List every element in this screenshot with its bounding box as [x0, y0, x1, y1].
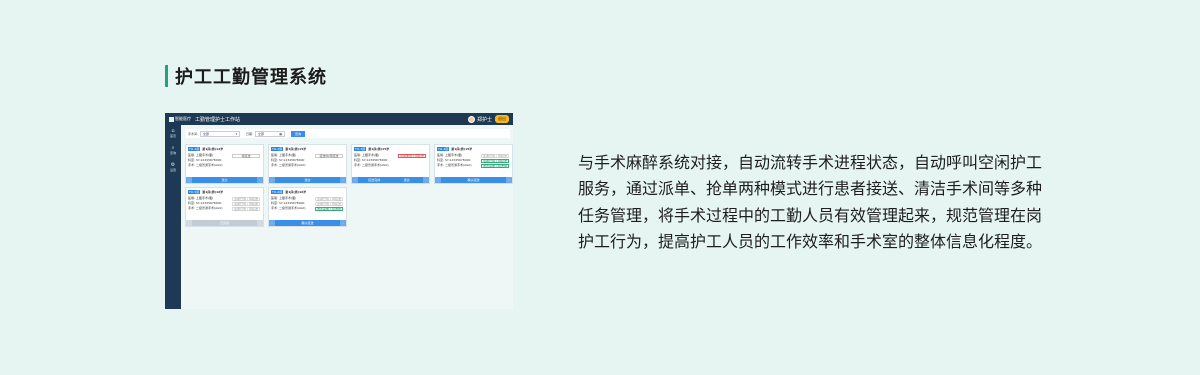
card-line: 手术: 二级普通手术(AG0) — [188, 162, 223, 167]
footer-button-secondary[interactable]: 接送完成 — [358, 178, 391, 182]
room-tag: TO-3床 — [354, 146, 367, 151]
status-badge: 患者已到 / 待接送 — [232, 202, 260, 206]
user-name: 郑护士 — [476, 116, 492, 123]
nav-label: 设置 — [169, 168, 176, 172]
footer-button[interactable]: 送达 — [275, 178, 340, 182]
task-card[interactable]: TO-4床 第1床(男)15岁 医嘱: 上腹手术(腹) 科室: SY-123456… — [434, 144, 513, 184]
room-tag: TO-2床 — [271, 146, 284, 151]
room-tag: TO-1床 — [188, 146, 201, 151]
nav-item-home[interactable]: ⌂ 首页 — [165, 125, 181, 142]
task-card[interactable]: TO-3床 第1床(男)15岁 医嘱: 上腹手术(腹) 科室: SY-123456… — [351, 144, 430, 184]
patient-name: 第1床(男)12岁 — [202, 146, 224, 151]
chevron-right-icon[interactable]: › — [340, 220, 346, 226]
side-nav: ⌂ 首页 ⌕ 查询 ⚙ 设置 — [165, 125, 181, 309]
nav-item-settings[interactable]: ⚙ 设置 — [165, 159, 181, 176]
card-footer: ‹ 送达 › — [269, 177, 346, 183]
card-line: 手术: 二级普通手术(AG0) — [271, 162, 306, 167]
status-badge: 送达完成 / 接送中 — [481, 164, 509, 168]
task-card[interactable]: TO-2床 第1床(男)15岁 医嘱: 上腹手术(腹) 科室: SY-123456… — [268, 144, 347, 184]
chevron-right-icon[interactable]: › — [257, 220, 263, 226]
footer-button[interactable]: 确认接送 — [441, 178, 506, 182]
card-line: 手术: 二级普通手术(AG0) — [354, 162, 389, 167]
room-tag: TO-6床 — [271, 189, 284, 194]
section-title: 护工工勤管理系统 — [175, 67, 327, 88]
patient-name: 第1床(男)15岁 — [451, 146, 473, 151]
patient-name: 第1床(男)15岁 — [368, 146, 390, 151]
status-badge: 患者未到 / 待接送 — [398, 154, 426, 158]
app-name: 智能医疗 — [175, 116, 191, 121]
logo-icon — [169, 116, 174, 122]
task-card[interactable]: TO-5床 第1床(男)16岁 医嘱: 上腹手术(腹) 科室: SY-123456… — [185, 187, 264, 227]
exit-button[interactable]: 退出 — [495, 115, 509, 123]
status-badge: 送达完成 / 接送中 — [315, 207, 343, 211]
status-badge: 患者已到 / 待接送 — [481, 159, 509, 163]
date-input-value: 全部 — [258, 131, 265, 136]
footer-button[interactable]: 送达 — [192, 178, 257, 182]
footer-button[interactable]: 已完成 — [192, 221, 257, 225]
card-footer: ‹ 送达 › — [186, 177, 263, 183]
room-tag: TO-5床 — [188, 189, 201, 194]
description-paragraph: 与手术麻醉系统对接，自动流转手术进程状态，自动呼叫空闲护工服务，通过派单、抢单两… — [578, 153, 1043, 251]
room-select[interactable]: 全部 ▾ — [200, 130, 241, 137]
status-badge: 患者已到 / 待接送 — [232, 207, 260, 211]
app-screenshot: 智能医疗 工勤管理护士工作站 郑护士 退出 ⌂ 首页 ⌕ 查询 ⚙ 设置 手术间… — [165, 113, 513, 309]
filter-bar: 手术间: 全部 ▾ 日期: 全部 ▦ 查询 — [185, 129, 510, 138]
status-badge: 患者已到 / 待接送 — [232, 197, 260, 201]
chevron-right-icon[interactable]: › — [257, 177, 263, 183]
app-logo: 智能医疗 — [169, 116, 191, 122]
card-footer: ‹ 确认接送 › — [269, 220, 346, 226]
calendar-icon: ▦ — [279, 131, 283, 136]
date-input[interactable]: 全部 ▦ — [255, 130, 286, 137]
status-badge: 患者已到 / 待接送 — [315, 202, 343, 206]
patient-name: 第1床(男)16岁 — [202, 189, 224, 194]
footer-button[interactable]: 确认接送 — [275, 221, 340, 225]
query-button[interactable]: 查询 — [291, 130, 306, 137]
section-heading: 护工工勤管理系统 — [165, 64, 327, 88]
card-footer: ‹ 已完成 › — [186, 220, 263, 226]
user-area: 郑护士 退出 — [467, 115, 509, 123]
nav-item-search[interactable]: ⌕ 查询 — [165, 142, 181, 159]
nav-label: 首页 — [169, 134, 176, 138]
avatar[interactable] — [467, 115, 475, 123]
patient-name: 第1床(男)15岁 — [285, 146, 307, 151]
app-topbar: 智能医疗 工勤管理护士工作站 郑护士 退出 — [165, 113, 513, 125]
chevron-right-icon[interactable]: › — [506, 177, 512, 183]
status-badge: 患者已到 / 待接送 — [481, 154, 509, 158]
title-accent-bar — [165, 65, 168, 87]
window-title: 工勤管理护士工作站 — [195, 116, 241, 123]
card-footer: ‹ 确认接送 › — [435, 177, 512, 183]
date-filter-label: 日期: — [246, 131, 254, 136]
task-card[interactable]: TO-1床 第1床(男)12岁 医嘱: 上腹手术(腹) 科室: SY-123456… — [185, 144, 264, 184]
room-filter-label: 手术间: — [188, 131, 199, 136]
chevron-down-icon: ▾ — [235, 131, 238, 136]
nav-label: 查询 — [169, 151, 176, 155]
status-badge: 接送中/待接送 — [315, 154, 343, 158]
room-select-value: 全部 — [203, 131, 210, 136]
chevron-right-icon[interactable]: › — [423, 177, 429, 183]
patient-name: 第1床(男)16岁 — [285, 189, 307, 194]
room-tag: TO-4床 — [437, 146, 450, 151]
status-badge: 患者已到 / 待接送 — [315, 197, 343, 201]
task-card[interactable]: TO-6床 第1床(男)16岁 医嘱: 上腹手术(腹) 科室: SY-123456… — [268, 187, 347, 227]
card-footer: ‹ 接送完成 送达 › — [352, 177, 429, 183]
footer-button[interactable]: 送达 — [391, 178, 424, 182]
status-badge: 待接送 — [232, 154, 260, 158]
chevron-right-icon[interactable]: › — [340, 177, 346, 183]
